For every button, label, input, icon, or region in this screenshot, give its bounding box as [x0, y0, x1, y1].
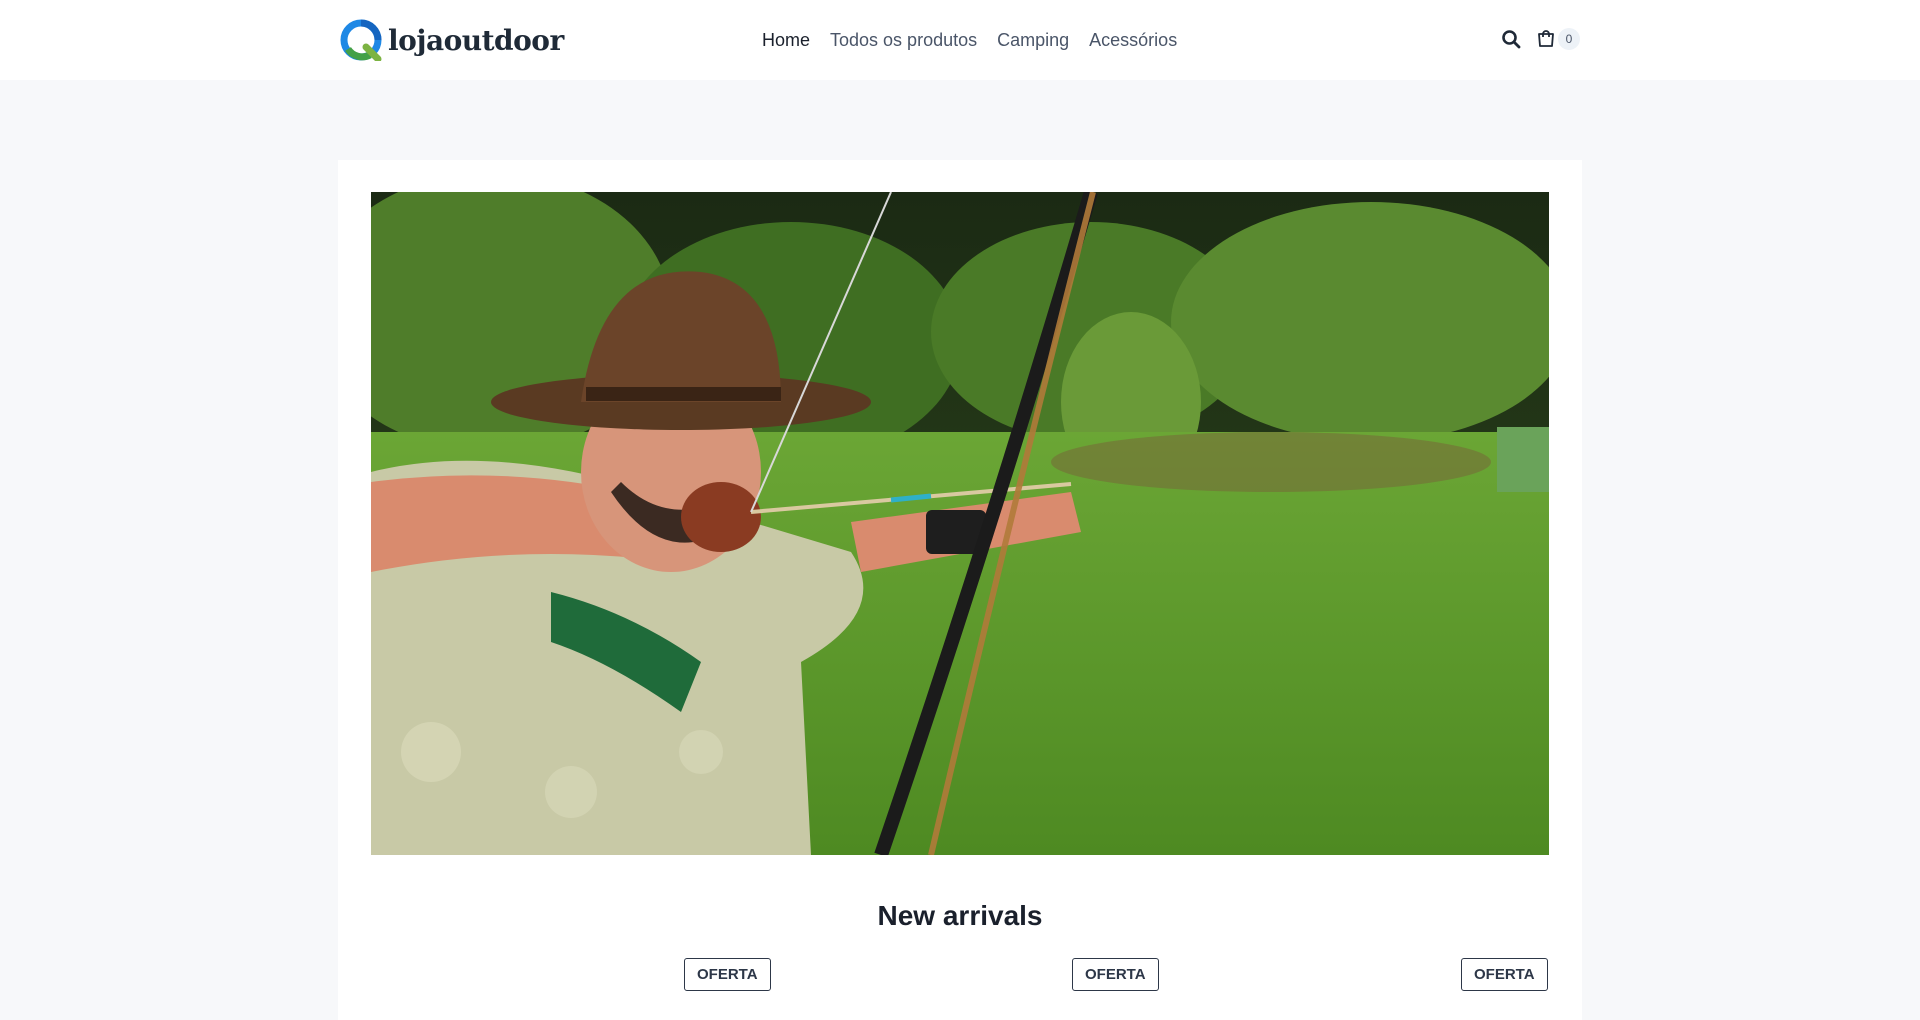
sale-badge: OFERTA [1461, 958, 1548, 991]
brand-name: lojaoutdoor [388, 23, 564, 57]
sale-badge: OFERTA [684, 958, 771, 991]
header-actions: 0 [1496, 24, 1580, 54]
cart-count-badge: 0 [1558, 28, 1580, 50]
nav-item-home[interactable]: Home [762, 30, 810, 51]
lojaoutdoor-logo-icon [340, 19, 382, 61]
cart-icon-wrap [1534, 24, 1558, 54]
new-arrivals-title: New arrivals [877, 900, 1043, 931]
search-icon [1502, 30, 1521, 49]
hero-image[interactable] [371, 192, 1549, 855]
search-button[interactable] [1496, 24, 1526, 54]
nav-item-all-products[interactable]: Todos os produtos [830, 30, 977, 51]
cart-button[interactable]: 0 [1534, 24, 1580, 54]
sale-badge: OFERTA [1072, 958, 1159, 991]
nav-item-accessories[interactable]: Acessórios [1089, 30, 1177, 51]
site-logo[interactable]: lojaoutdoor [340, 18, 564, 62]
archer-hero-illustration [371, 192, 1549, 855]
nav-item-camping[interactable]: Camping [997, 30, 1069, 51]
content-card: New arrivals OFERTA OFERTA OFERTA [338, 160, 1582, 1020]
main-nav: Home Todos os produtos Camping Acessório… [752, 0, 1187, 80]
cart-icon [1538, 30, 1554, 47]
site-header: lojaoutdoor Home Todos os produtos Campi… [0, 0, 1920, 80]
